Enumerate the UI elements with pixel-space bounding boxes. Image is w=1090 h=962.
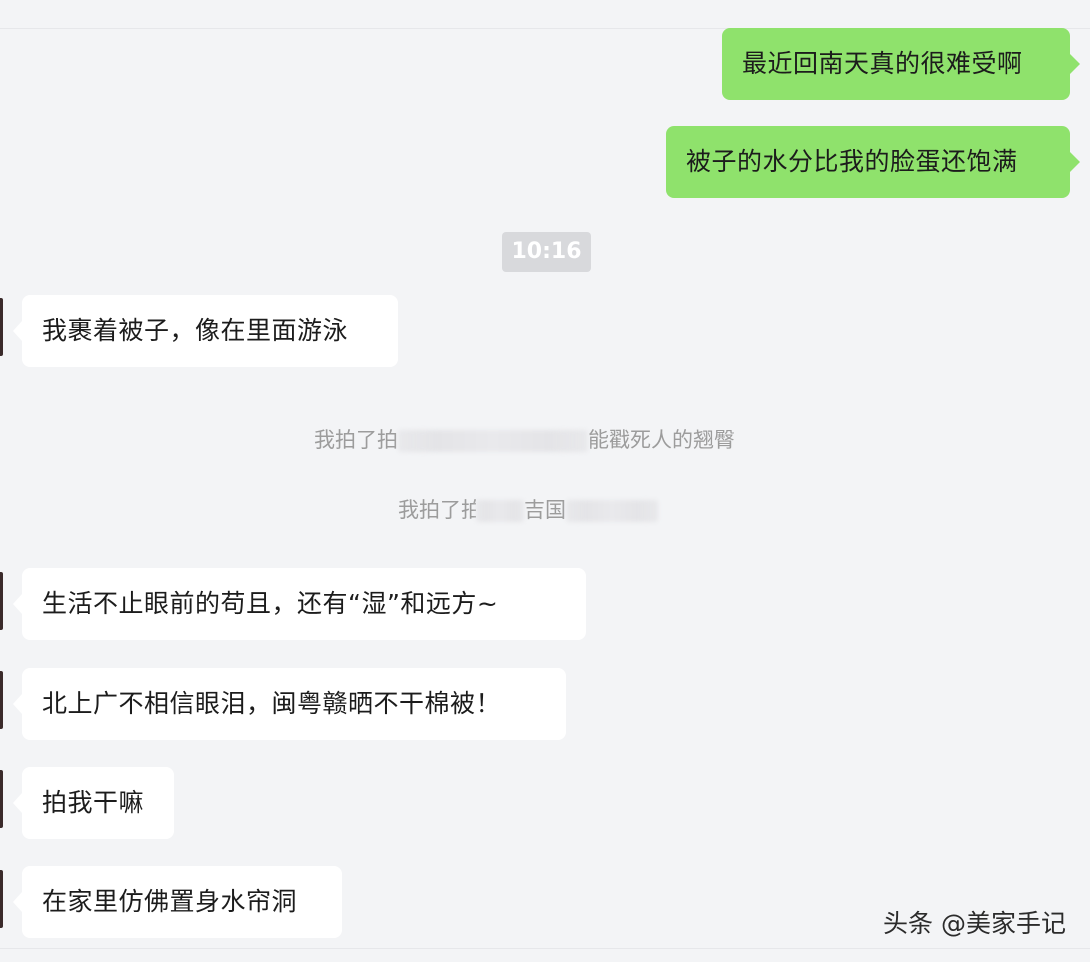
pat-notification: 我拍了拍 能戳死人的翘臀 xyxy=(314,425,735,455)
watermark: 头条 @美家手记 xyxy=(883,909,1066,938)
pat-notification-prefix: 我拍了拍 xyxy=(398,498,476,522)
pat-notification-prefix: 我拍了拍 xyxy=(314,428,398,452)
received-message-bubble[interactable]: 生活不止眼前的苟且，还有“湿”和远方~ xyxy=(13,568,586,640)
sent-message-bubble[interactable]: 最近回南天真的很难受啊 xyxy=(722,28,1080,100)
received-message-bubble[interactable]: 北上广不相信眼泪，闽粤赣晒不干棉被！ xyxy=(13,668,566,740)
timestamp-badge: 10:16 xyxy=(502,232,591,272)
sender-avatar[interactable] xyxy=(0,770,3,828)
pat-notification-middle: 吉国 xyxy=(524,498,566,522)
sender-avatar[interactable] xyxy=(0,572,3,630)
redacted-name xyxy=(566,500,658,522)
received-message-bubble[interactable]: 在家里仿佛置身水帘洞 xyxy=(13,866,342,938)
bottom-divider xyxy=(0,948,1090,949)
sender-avatar[interactable] xyxy=(0,870,3,928)
redacted-name xyxy=(398,430,588,452)
sender-avatar[interactable] xyxy=(0,298,3,356)
pat-notification: 我拍了拍 吉国 xyxy=(398,495,658,525)
received-message-bubble[interactable]: 我裹着被子，像在里面游泳 xyxy=(13,295,398,367)
pat-notification-suffix: 能戳死人的翘臀 xyxy=(588,428,735,452)
received-message-bubble[interactable]: 拍我干嘛 xyxy=(13,767,174,839)
sender-avatar[interactable] xyxy=(0,671,3,729)
sent-message-bubble[interactable]: 被子的水分比我的脸蛋还饱满 xyxy=(666,126,1080,198)
redacted-name xyxy=(476,500,524,522)
